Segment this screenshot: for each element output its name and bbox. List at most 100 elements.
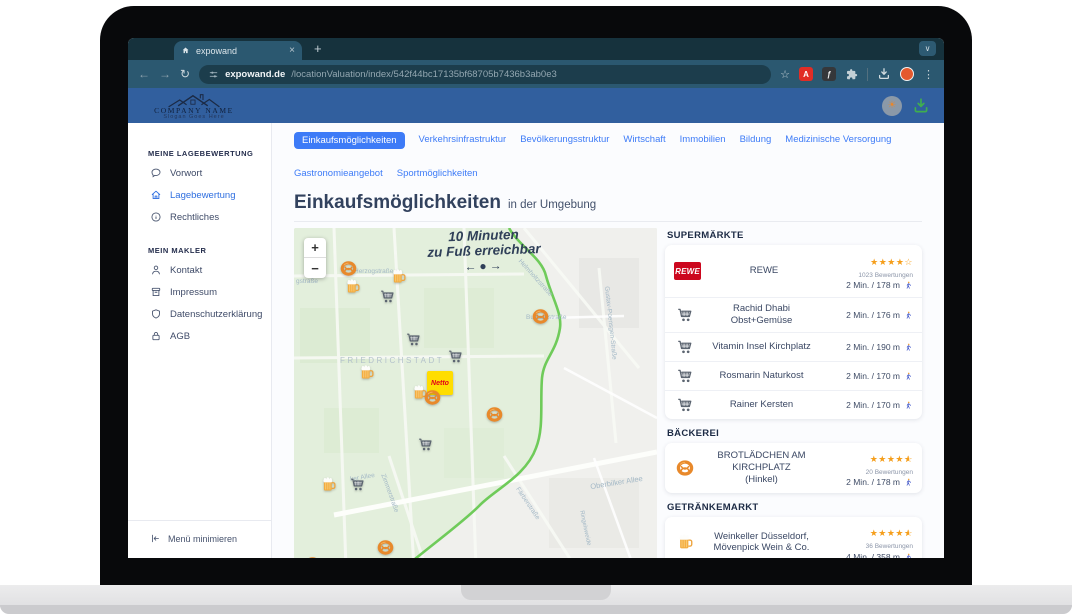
sidebar-item-agb[interactable]: AGB — [128, 325, 271, 347]
adobe-extension-icon[interactable]: A — [799, 67, 813, 81]
map-marker-cart[interactable] — [405, 331, 422, 348]
map-marker-cart[interactable] — [349, 476, 366, 493]
beer-icon — [320, 476, 337, 493]
map-marker-beer[interactable] — [358, 364, 375, 381]
walking-person-icon — [904, 342, 913, 353]
tab-gastronomieangebot[interactable]: Gastronomieangebot — [294, 164, 383, 184]
minimize-menu-button[interactable]: Menü minimieren — [128, 520, 271, 558]
page-subtitle: in der Umgebung — [508, 199, 596, 211]
extension-f-icon[interactable]: ƒ — [822, 67, 836, 81]
tab-bildung[interactable]: Bildung — [740, 130, 772, 150]
pretzel-icon — [676, 459, 694, 477]
walking-person-icon — [904, 400, 913, 411]
map-marker-pretzel[interactable] — [532, 308, 549, 325]
walk-time-annotation: 10 Minuten zu Fuß erreichbar ←●→ — [393, 228, 574, 276]
distance-text: 2 Min. / 170 m — [846, 400, 900, 411]
storefront-icon — [150, 286, 162, 298]
sidebar-item-kontakt[interactable]: Kontakt — [128, 259, 271, 281]
laptop-base-notch — [461, 585, 611, 600]
browser-menu-icon[interactable]: ⋮ — [923, 68, 934, 81]
browser-profile-avatar[interactable] — [900, 67, 914, 81]
cart-icon — [447, 348, 464, 365]
sidebar-item-vorwort[interactable]: Vorwort — [128, 162, 271, 184]
close-tab-icon[interactable]: × — [289, 45, 295, 56]
review-count: 1023 Bewertungen — [827, 272, 913, 280]
info-icon — [150, 211, 162, 223]
distance-text: 2 Min. / 190 m — [846, 342, 900, 353]
map-marker-beer[interactable] — [320, 476, 337, 493]
collapse-icon — [150, 533, 161, 544]
list-item-bakery: BROTLÄDCHEN AM KIRCHPLATZ(Hinkel) ★★★★☆★… — [665, 443, 922, 493]
map-marker-cart[interactable] — [447, 348, 464, 365]
walkability-map[interactable]: + − 10 Minuten zu Fuß erreichbar ←●→ FRI… — [294, 228, 657, 558]
place-name: Rosmarin Naturkost — [704, 370, 819, 382]
tab-search-chevron-icon[interactable]: ∨ — [919, 41, 936, 56]
cart-icon — [349, 476, 366, 493]
distance-text: 2 Min. / 178 m — [846, 280, 900, 291]
cart-icon — [676, 396, 694, 414]
place-name: Rainer Kersten — [704, 399, 819, 411]
map-marker-pretzel[interactable] — [424, 389, 441, 406]
url-domain: expowand.de — [225, 69, 285, 80]
tab-verkehrsinfrastruktur[interactable]: Verkehrsinfrastruktur — [419, 130, 507, 150]
sidebar-item-lagebewertung[interactable]: Lagebewertung — [128, 184, 271, 206]
sidebar-item-datenschutz[interactable]: Datenschutzerklärung — [128, 303, 271, 325]
app-header: COMPANY NAME Slogan Goes Here ☀ — [128, 88, 944, 123]
tab-immobilien[interactable]: Immobilien — [680, 130, 726, 150]
site-settings-icon[interactable] — [208, 69, 219, 80]
theme-toggle-button[interactable]: ☀ — [882, 96, 902, 116]
bookmark-star-icon[interactable]: ☆ — [780, 68, 790, 81]
forward-icon[interactable]: → — [159, 67, 171, 81]
sidebar-item-impressum[interactable]: Impressum — [128, 281, 271, 303]
list-item: Rachid Dhabi Obst+Gemüse 2 Min. / 176 m — [665, 298, 922, 333]
walking-person-icon — [904, 371, 913, 382]
map-marker-pretzel[interactable] — [377, 539, 394, 556]
section-title-supermaerkte: SUPERMÄRKTE — [667, 230, 922, 241]
new-tab-button[interactable]: + — [314, 41, 322, 56]
beer-icon — [676, 533, 694, 551]
url-path: /locationValuation/index/542f44bc17135bf… — [291, 69, 557, 80]
reload-icon[interactable]: ↻ — [180, 67, 190, 81]
list-item: Rainer Kersten 2 Min. / 170 m — [665, 391, 922, 419]
half-star-icon: ☆★ — [904, 454, 913, 466]
browser-tab[interactable]: expowand × — [174, 41, 302, 60]
downloads-icon[interactable] — [877, 67, 891, 81]
tab-wirtschaft[interactable]: Wirtschaft — [623, 130, 665, 150]
distance-text: 2 Min. / 170 m — [846, 371, 900, 382]
drinks-card: Weinkeller Düsseldorf,Mövenpick Wein & C… — [665, 517, 922, 558]
extensions-puzzle-icon[interactable] — [845, 68, 858, 81]
map-marker-beer[interactable] — [344, 278, 361, 295]
list-item-drinks: Weinkeller Düsseldorf,Mövenpick Wein & C… — [665, 517, 922, 558]
back-icon[interactable]: ← — [138, 67, 150, 81]
rating-stars: ★★★★☆★ — [870, 528, 913, 538]
half-star-icon: ☆★ — [904, 528, 913, 540]
place-name: Vitamin Insel Kirchplatz — [704, 341, 819, 353]
map-marker-pretzel[interactable] — [304, 556, 321, 558]
sidebar-item-rechtliches[interactable]: Rechtliches — [128, 206, 271, 228]
map-zoom-control: + − — [304, 238, 326, 278]
tab-medizinische-versorgung[interactable]: Medizinische Versorgung — [785, 130, 891, 150]
street-label: Herzogstraße — [354, 268, 393, 275]
company-logo: COMPANY NAME Slogan Goes Here — [142, 91, 246, 120]
map-marker-cart[interactable] — [379, 288, 396, 305]
zoom-in-button[interactable]: + — [304, 238, 326, 258]
street-label: gstraße — [296, 278, 318, 285]
map-marker-pretzel[interactable] — [486, 406, 503, 423]
walking-person-icon — [904, 552, 913, 558]
tab-einkaufsmoeglichkeiten[interactable]: Einkaufsmöglichkeiten — [294, 132, 405, 149]
pretzel-icon — [340, 260, 357, 277]
section-title-getraenkemarkt: GETRÄNKEMARKT — [667, 502, 922, 513]
map-marker-pretzel[interactable] — [340, 260, 357, 277]
address-bar[interactable]: expowand.de/locationValuation/index/542f… — [199, 65, 771, 84]
category-tabs: Einkaufsmöglichkeiten Verkehrsinfrastruk… — [294, 130, 934, 184]
tab-bevoelkerungsstruktur[interactable]: Bevölkerungsstruktur — [520, 130, 609, 150]
tab-title: expowand — [196, 46, 283, 56]
download-report-icon[interactable] — [912, 97, 930, 115]
walking-person-icon — [904, 310, 913, 321]
laptop-mockup: expowand × + ∨ ← → ↻ expowand.de/locatio… — [0, 0, 1072, 616]
tab-sportmoeglichkeiten[interactable]: Sportmöglichkeiten — [397, 164, 478, 184]
zoom-out-button[interactable]: − — [304, 258, 326, 278]
map-marker-cart[interactable] — [417, 436, 434, 453]
lock-icon — [150, 330, 162, 342]
list-item: Rosmarin Naturkost 2 Min. / 170 m — [665, 362, 922, 391]
